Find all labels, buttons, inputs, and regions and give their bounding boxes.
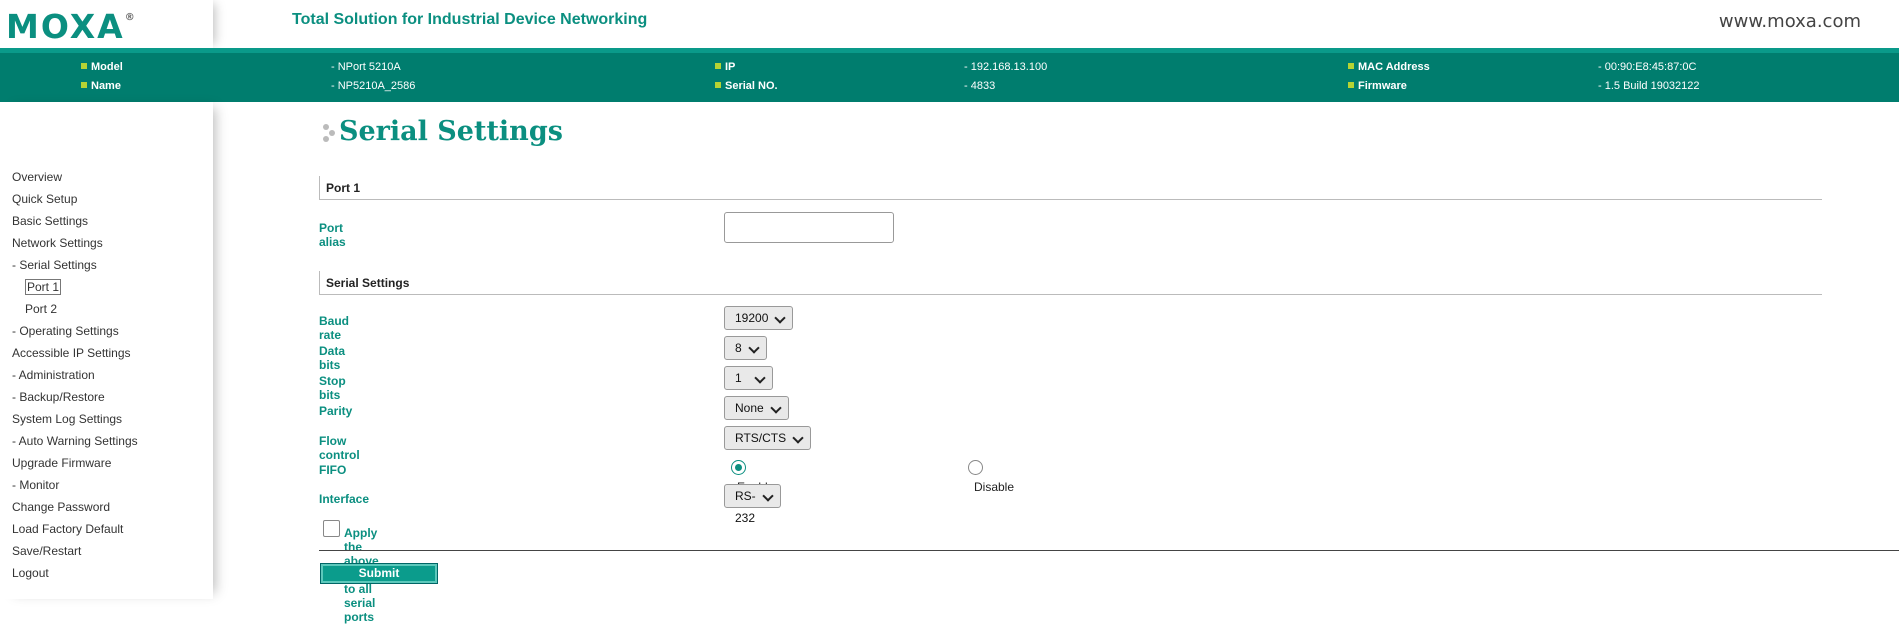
name-label: Name bbox=[81, 80, 121, 92]
fifo-disable-label: Disable bbox=[974, 480, 1015, 494]
divider bbox=[319, 550, 1899, 551]
chevron-down-icon bbox=[762, 490, 774, 502]
parity-label: Parity bbox=[319, 404, 353, 418]
nav-operating-settings[interactable]: - Operating Settings bbox=[12, 320, 138, 342]
stop-bits-value: 1 bbox=[735, 371, 742, 385]
port-section-header: Port 1 bbox=[319, 176, 1822, 200]
baud-rate-label: Baud rate bbox=[319, 314, 349, 342]
title-bullet-icon bbox=[319, 122, 337, 144]
tagline: Total Solution for Industrial Device Net… bbox=[292, 11, 648, 28]
mac-label: MAC Address bbox=[1348, 61, 1430, 73]
stop-bits-select[interactable]: 1 bbox=[724, 366, 773, 390]
nav-port-1[interactable]: Port 1 bbox=[12, 276, 138, 298]
nav-administration[interactable]: - Administration bbox=[12, 364, 138, 386]
serial-no-label: Serial NO. bbox=[715, 80, 778, 92]
flow-control-value: RTS/CTS bbox=[735, 431, 787, 445]
nav-network-settings[interactable]: Network Settings bbox=[12, 232, 138, 254]
chevron-down-icon bbox=[774, 312, 787, 324]
moxa-logo[interactable]: MOXA® bbox=[6, 6, 135, 45]
nav-upgrade-firmware[interactable]: Upgrade Firmware bbox=[12, 452, 138, 474]
firmware-label: Firmware bbox=[1348, 80, 1407, 92]
data-bits-value: 8 bbox=[735, 341, 742, 355]
nav-accessible-ip[interactable]: Accessible IP Settings bbox=[12, 342, 138, 364]
chevron-down-icon bbox=[754, 372, 766, 384]
ip-value: - 192.168.13.100 bbox=[964, 61, 1048, 73]
fifo-disable-option[interactable]: Disable bbox=[968, 460, 1014, 496]
flow-control-select[interactable]: RTS/CTS bbox=[724, 426, 812, 450]
model-value: - NPort 5210A bbox=[331, 61, 401, 73]
sidebar: Overview Quick Setup Basic Settings Netw… bbox=[0, 102, 213, 599]
stop-bits-label: Stop bits bbox=[319, 374, 346, 402]
logo-area: MOXA® bbox=[0, 0, 213, 48]
nav-auto-warning[interactable]: - Auto Warning Settings bbox=[12, 430, 138, 452]
ip-label: IP bbox=[715, 61, 735, 73]
nav-system-log[interactable]: System Log Settings bbox=[12, 408, 138, 430]
model-label: Model bbox=[81, 61, 123, 73]
serial-section-header: Serial Settings bbox=[319, 271, 1822, 295]
site-url: www.moxa.com bbox=[1718, 11, 1861, 32]
nav-change-password[interactable]: Change Password bbox=[12, 496, 138, 518]
data-bits-select[interactable]: 8 bbox=[724, 336, 767, 360]
nav-save-restart[interactable]: Save/Restart bbox=[12, 540, 138, 562]
parity-value: None bbox=[735, 401, 764, 415]
page-title: Serial Settings bbox=[319, 116, 563, 147]
name-value: - NP5210A_2586 bbox=[331, 80, 416, 92]
apply-all-checkbox[interactable] bbox=[323, 520, 340, 537]
chevron-down-icon bbox=[770, 402, 782, 414]
nav-menu: Overview Quick Setup Basic Settings Netw… bbox=[12, 166, 138, 584]
chevron-down-icon bbox=[748, 342, 760, 354]
nav-port-1-label: Port 1 bbox=[25, 279, 62, 295]
nav-port-2[interactable]: Port 2 bbox=[12, 298, 138, 320]
parity-select[interactable]: None bbox=[724, 396, 789, 420]
baud-rate-value: 19200 bbox=[735, 311, 769, 325]
top-header: MOXA® Total Solution for Industrial Devi… bbox=[0, 0, 1899, 48]
interface-label: Interface bbox=[319, 492, 370, 506]
nav-quick-setup[interactable]: Quick Setup bbox=[12, 188, 138, 210]
firmware-value: - 1.5 Build 19032122 bbox=[1598, 80, 1700, 92]
nav-logout[interactable]: Logout bbox=[12, 562, 138, 584]
device-info-bar: Model - NPort 5210A Name - NP5210A_2586 … bbox=[0, 48, 1899, 102]
nav-serial-settings[interactable]: - Serial Settings bbox=[12, 254, 138, 276]
fifo-disable-radio[interactable] bbox=[968, 460, 983, 475]
port-alias-label: Port alias bbox=[319, 221, 346, 249]
data-bits-label: Data bits bbox=[319, 344, 346, 372]
interface-value: RS-232 bbox=[735, 489, 756, 525]
mac-value: - 00:90:E8:45:87:0C bbox=[1598, 61, 1697, 73]
nav-basic-settings[interactable]: Basic Settings bbox=[12, 210, 138, 232]
submit-button[interactable]: Submit bbox=[320, 563, 438, 584]
flow-control-label: Flow control bbox=[319, 434, 360, 462]
nav-monitor[interactable]: - Monitor bbox=[12, 474, 138, 496]
page-title-text: Serial Settings bbox=[339, 116, 563, 147]
nav-backup-restore[interactable]: - Backup/Restore bbox=[12, 386, 138, 408]
fifo-enable-radio[interactable] bbox=[731, 460, 746, 475]
port-alias-input[interactable] bbox=[724, 212, 894, 243]
nav-load-factory-default[interactable]: Load Factory Default bbox=[12, 518, 138, 540]
interface-select[interactable]: RS-232 bbox=[724, 484, 781, 525]
fifo-label: FIFO bbox=[319, 463, 347, 477]
nav-overview[interactable]: Overview bbox=[12, 166, 138, 188]
chevron-down-icon bbox=[792, 432, 804, 444]
baud-rate-select[interactable]: 19200 bbox=[724, 306, 794, 330]
serial-no-value: - 4833 bbox=[964, 80, 996, 92]
